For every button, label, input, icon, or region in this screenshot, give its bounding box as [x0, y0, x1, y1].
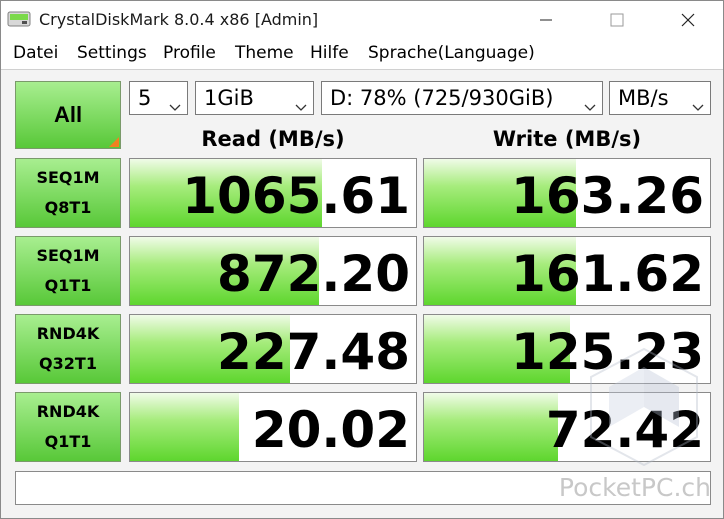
- watermark-logo-icon: [589, 347, 699, 472]
- test-count-value: 5: [138, 86, 152, 110]
- read-result-cell: 1065.61: [129, 158, 417, 228]
- disk-app-icon: [7, 8, 31, 30]
- minimize-button[interactable]: [511, 1, 581, 38]
- chevron-down-icon: [169, 93, 181, 117]
- test-size-select[interactable]: 1GiB: [195, 81, 314, 115]
- unit-value: MB/s: [618, 86, 669, 110]
- read-result-cell: 872.20: [129, 236, 417, 306]
- read-value: 20.02: [251, 401, 410, 459]
- test-button-seq1m-q8t1[interactable]: SEQ1M Q8T1: [15, 158, 121, 228]
- test-button-rnd4k-q32t1[interactable]: RND4K Q32T1: [15, 314, 121, 384]
- write-result-cell: 161.62: [423, 236, 711, 306]
- test-button-rnd4k-q1t1[interactable]: RND4K Q1T1: [15, 392, 121, 462]
- test-name: SEQ1M: [36, 246, 100, 265]
- test-count-select[interactable]: 5: [129, 81, 188, 115]
- run-all-label: All: [53, 102, 83, 127]
- unit-select[interactable]: MB/s: [609, 81, 711, 115]
- menu-bar: Datei Settings Profile Theme Hilfe Sprac…: [1, 38, 723, 70]
- maximize-button[interactable]: [582, 1, 652, 38]
- drive-value: D: 78% (725/930GiB): [330, 86, 554, 110]
- write-value: 163.26: [511, 167, 704, 225]
- read-header: Read (MB/s): [201, 127, 345, 151]
- test-queue: Q1T1: [44, 432, 92, 451]
- test-size-value: 1GiB: [204, 86, 254, 110]
- chevron-down-icon: [584, 93, 596, 117]
- chevron-down-icon: [692, 93, 704, 117]
- chevron-down-icon: [295, 93, 307, 117]
- read-value: 1065.61: [182, 167, 410, 225]
- menu-language[interactable]: Sprache(Language): [368, 43, 535, 63]
- write-result-cell: 163.26: [423, 158, 711, 228]
- menu-file[interactable]: Datei: [13, 43, 58, 63]
- test-name: RND4K: [36, 402, 100, 421]
- menu-settings[interactable]: Settings: [77, 43, 147, 63]
- read-bar: [130, 393, 239, 461]
- write-header: Write (MB/s): [492, 127, 642, 151]
- read-value: 872.20: [217, 245, 410, 303]
- menu-help[interactable]: Hilfe: [310, 43, 349, 63]
- drive-select[interactable]: D: 78% (725/930GiB): [321, 81, 603, 115]
- watermark-text: PocketPC.ch: [558, 473, 711, 502]
- test-queue: Q8T1: [44, 198, 92, 217]
- read-result-cell: 20.02: [129, 392, 417, 462]
- test-name: RND4K: [36, 324, 100, 343]
- test-button-seq1m-q1t1[interactable]: SEQ1M Q1T1: [15, 236, 121, 306]
- write-value: 161.62: [511, 245, 704, 303]
- test-queue: Q32T1: [39, 354, 97, 373]
- read-value: 227.48: [217, 323, 410, 381]
- read-result-cell: 227.48: [129, 314, 417, 384]
- app-window: CrystalDiskMark 8.0.4 x86 [Admin] Datei …: [0, 0, 724, 519]
- test-name: SEQ1M: [36, 168, 100, 187]
- corner-marker-icon: [109, 137, 119, 147]
- write-bar: [424, 393, 559, 461]
- window-title: CrystalDiskMark 8.0.4 x86 [Admin]: [39, 10, 319, 29]
- menu-theme[interactable]: Theme: [235, 43, 294, 63]
- menu-profile[interactable]: Profile: [163, 43, 216, 63]
- test-queue: Q1T1: [44, 276, 92, 295]
- title-bar: CrystalDiskMark 8.0.4 x86 [Admin]: [1, 1, 723, 38]
- run-all-button[interactable]: All: [15, 81, 121, 149]
- close-button[interactable]: [653, 1, 723, 38]
